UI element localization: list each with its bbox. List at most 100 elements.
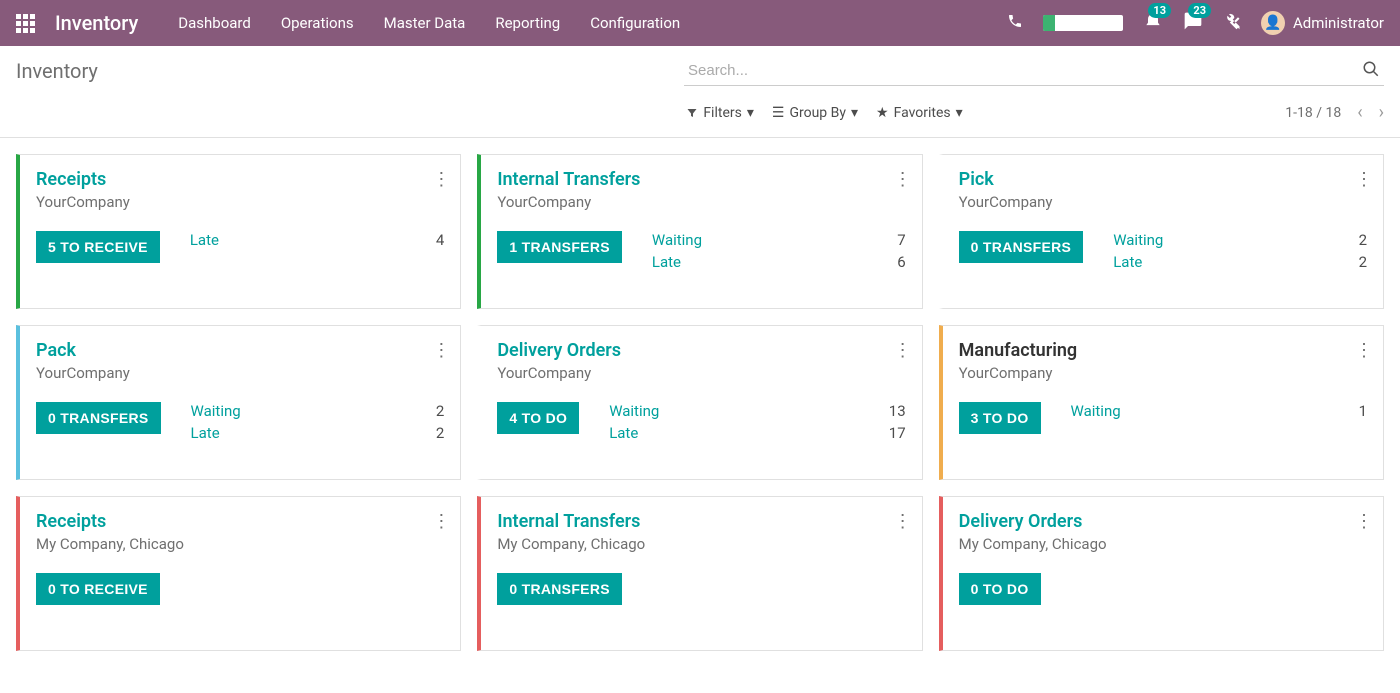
card-subtitle: My Company, Chicago [497, 535, 905, 553]
card-menu-icon[interactable]: ⋮ [1355, 511, 1371, 532]
card-menu-icon[interactable]: ⋮ [432, 340, 448, 361]
navbar: Inventory Dashboard Operations Master Da… [0, 0, 1400, 46]
card-menu-icon[interactable]: ⋮ [1355, 169, 1371, 190]
card-action-button[interactable]: 5 TO RECEIVE [36, 231, 160, 263]
pager: 1-18 / 18 ‹ › [1285, 102, 1384, 123]
groupby-label: Group By [789, 105, 846, 121]
stat-row[interactable]: Waiting 2 [1113, 231, 1367, 249]
kanban-card: ⋮ Receipts My Company, Chicago 0 TO RECE… [16, 496, 461, 651]
stat-row[interactable]: Waiting 13 [609, 402, 905, 420]
apps-icon[interactable] [16, 14, 35, 33]
search-icon[interactable] [1362, 60, 1380, 82]
kanban-card: ⋮ Internal Transfers My Company, Chicago… [477, 496, 922, 651]
stat-row[interactable]: Late 2 [191, 424, 445, 442]
user-menu[interactable]: 👤 Administrator [1261, 11, 1384, 35]
card-menu-icon[interactable]: ⋮ [894, 340, 910, 361]
kanban-card: ⋮ Delivery Orders My Company, Chicago 0 … [939, 496, 1384, 651]
stat-label: Waiting [191, 402, 241, 420]
kanban-card: ⋮ Delivery Orders YourCompany 4 TO DO Wa… [477, 325, 922, 480]
nav-menu: Dashboard Operations Master Data Reporti… [178, 14, 1007, 32]
nav-master-data[interactable]: Master Data [384, 14, 466, 32]
favorites-label: Favorites [894, 105, 951, 121]
card-subtitle: YourCompany [959, 364, 1367, 382]
nav-configuration[interactable]: Configuration [590, 14, 680, 32]
msg-badge: 23 [1188, 3, 1211, 18]
nav-operations[interactable]: Operations [281, 14, 354, 32]
card-action-button[interactable]: 3 TO DO [959, 402, 1041, 434]
stat-value: 1 [1359, 402, 1367, 420]
notifications-icon[interactable]: 13 [1143, 11, 1163, 35]
card-action-button[interactable]: 4 TO DO [497, 402, 579, 434]
stat-row[interactable]: Waiting 7 [652, 231, 906, 249]
stat-label: Late [191, 424, 220, 442]
card-stats: Waiting 13 Late 17 [609, 402, 905, 446]
card-action-button[interactable]: 0 TRANSFERS [36, 402, 161, 434]
card-title[interactable]: Receipts [36, 169, 444, 190]
stat-row[interactable]: Late 17 [609, 424, 905, 442]
stat-label: Late [652, 253, 681, 271]
user-name: Administrator [1293, 14, 1384, 32]
nav-dashboard[interactable]: Dashboard [178, 14, 251, 32]
pager-next[interactable]: › [1379, 102, 1384, 123]
stat-value: 4 [436, 231, 444, 249]
nav-reporting[interactable]: Reporting [495, 14, 560, 32]
card-title[interactable]: Internal Transfers [497, 511, 905, 532]
card-title[interactable]: Delivery Orders [497, 340, 905, 361]
card-action-button[interactable]: 0 TRANSFERS [959, 231, 1084, 263]
search-input[interactable] [684, 56, 1384, 86]
notif-badge: 13 [1148, 3, 1171, 18]
card-title[interactable]: Pick [959, 169, 1367, 190]
card-menu-icon[interactable]: ⋮ [894, 169, 910, 190]
phone-icon[interactable] [1007, 13, 1023, 33]
card-action-button[interactable]: 0 TO RECEIVE [36, 573, 160, 605]
card-subtitle: YourCompany [497, 364, 905, 382]
tools-icon[interactable] [1223, 12, 1241, 34]
card-stats: Waiting 7 Late 6 [652, 231, 906, 275]
card-menu-icon[interactable]: ⋮ [894, 511, 910, 532]
avatar-icon: 👤 [1261, 11, 1285, 35]
stat-label: Late [609, 424, 638, 442]
card-title[interactable]: Internal Transfers [497, 169, 905, 190]
groupby-button[interactable]: ☰ Group By ▾ [772, 105, 858, 121]
stat-row[interactable]: Waiting 2 [191, 402, 445, 420]
card-stats: Late 4 [190, 231, 445, 253]
card-action-button[interactable]: 0 TRANSFERS [497, 573, 622, 605]
stat-row[interactable]: Late 4 [190, 231, 445, 249]
card-menu-icon[interactable]: ⋮ [432, 511, 448, 532]
card-menu-icon[interactable]: ⋮ [432, 169, 448, 190]
nav-right: 13 23 👤 Administrator [1007, 11, 1384, 35]
card-subtitle: My Company, Chicago [959, 535, 1367, 553]
list-icon: ☰ [772, 105, 785, 121]
stat-value: 2 [436, 402, 444, 420]
stat-row[interactable]: Late 6 [652, 253, 906, 271]
pager-prev[interactable]: ‹ [1357, 102, 1362, 123]
messages-icon[interactable]: 23 [1183, 11, 1203, 35]
stat-row[interactable]: Late 2 [1113, 253, 1367, 271]
stat-value: 2 [436, 424, 444, 442]
card-action-button[interactable]: 0 TO DO [959, 573, 1041, 605]
star-icon: ★ [876, 105, 889, 121]
card-title[interactable]: Pack [36, 340, 444, 361]
stat-label: Waiting [1113, 231, 1163, 249]
card-action-button[interactable]: 1 TRANSFERS [497, 231, 622, 263]
kanban-board: ⋮ Receipts YourCompany 5 TO RECEIVE Late… [0, 138, 1400, 667]
card-menu-icon[interactable]: ⋮ [1355, 340, 1371, 361]
kanban-card: ⋮ Receipts YourCompany 5 TO RECEIVE Late… [16, 154, 461, 309]
stat-value: 2 [1359, 231, 1367, 249]
stat-label: Waiting [652, 231, 702, 249]
kanban-card: ⋮ Pack YourCompany 0 TRANSFERS Waiting 2… [16, 325, 461, 480]
card-title[interactable]: Receipts [36, 511, 444, 532]
stat-row[interactable]: Waiting 1 [1071, 402, 1367, 420]
favorites-button[interactable]: ★ Favorites ▾ [876, 105, 963, 121]
stat-value: 6 [897, 253, 905, 271]
filters-label: Filters [703, 105, 742, 121]
filters-button[interactable]: Filters ▾ [686, 105, 754, 121]
card-subtitle: My Company, Chicago [36, 535, 444, 553]
card-subtitle: YourCompany [36, 364, 444, 382]
stat-value: 7 [897, 231, 905, 249]
card-title[interactable]: Delivery Orders [959, 511, 1367, 532]
progress-bar[interactable] [1043, 15, 1123, 31]
card-title[interactable]: Manufacturing [959, 340, 1367, 361]
pager-text[interactable]: 1-18 / 18 [1285, 105, 1341, 121]
app-brand[interactable]: Inventory [55, 11, 138, 35]
